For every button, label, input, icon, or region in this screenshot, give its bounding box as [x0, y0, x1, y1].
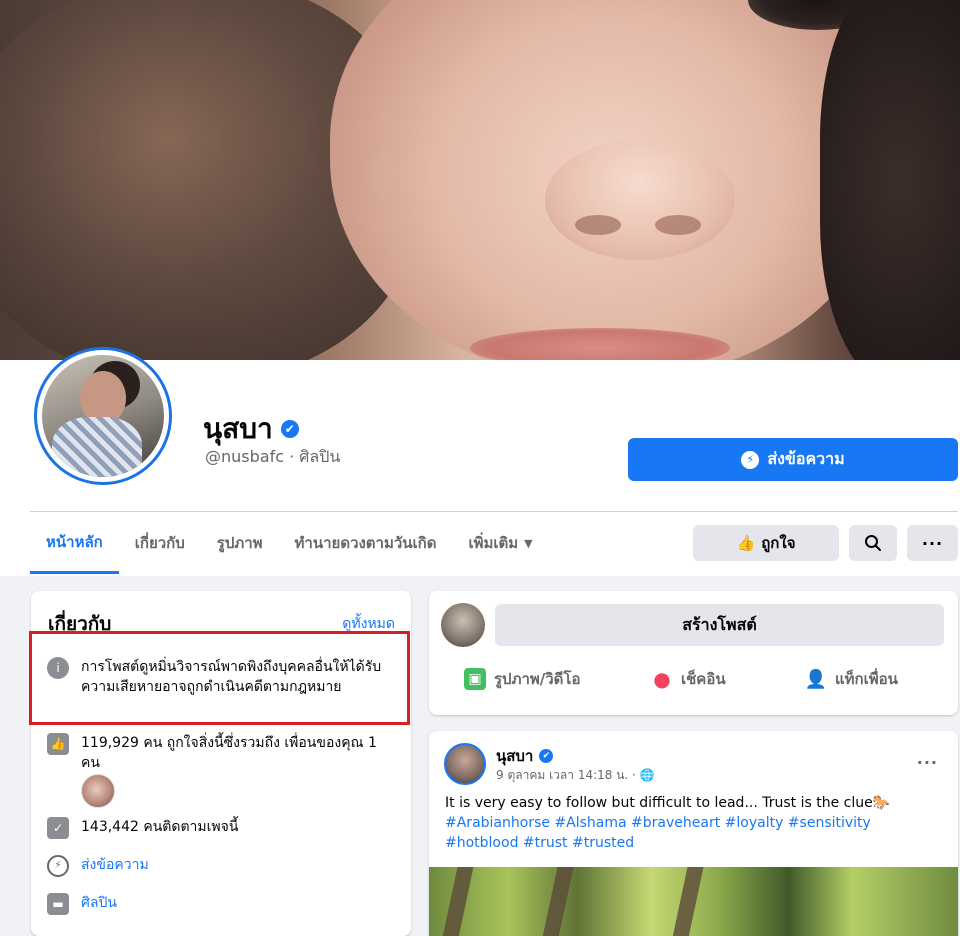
tab-home[interactable]: หน้าหลัก	[30, 512, 119, 574]
about-message-row[interactable]: ⚡ ส่งข้อความ	[47, 855, 149, 877]
tab-about[interactable]: เกี่ยวกับ	[119, 512, 201, 574]
tag-friends-button[interactable]: 👤 แท็กเพื่อน	[805, 667, 898, 691]
image-tree-trunk	[670, 867, 704, 936]
post-hashtags[interactable]: #Arabianhorse #Alshama #braveheart #loya…	[445, 815, 871, 851]
like-label: ถูกใจ	[761, 534, 796, 552]
photo-video-button[interactable]: ▣ รูปภาพ/วิดีโอ	[464, 667, 580, 691]
about-notice-text: การโพสต์ดูหมิ่นวิจารณ์พาดพิงถึงบุคคลอื่น…	[81, 659, 382, 695]
avatar-body	[52, 417, 142, 477]
tab-horoscope[interactable]: ทำนายดวงตามวันเกิด	[279, 512, 453, 574]
ellipsis-icon: ···	[921, 533, 944, 553]
post-author-avatar[interactable]	[444, 743, 486, 785]
tab-label: เกี่ยวกับ	[134, 534, 185, 552]
cover-hair-right	[820, 0, 960, 360]
check-in-button[interactable]: ● เช็คอิน	[651, 667, 726, 691]
composer-avatar[interactable]	[441, 603, 485, 647]
cover-nostril	[575, 215, 621, 235]
image-tree-trunk	[540, 867, 574, 936]
tab-photos[interactable]: รูปภาพ	[201, 512, 279, 574]
post-text: It is very easy to follow but difficult …	[445, 795, 891, 811]
send-message-button[interactable]: ⚡ ส่งข้อความ	[628, 438, 958, 481]
profile-avatar[interactable]	[34, 347, 172, 485]
tab-label: หน้าหลัก	[46, 532, 103, 551]
about-category-row: ▬ ศิลปิน	[47, 893, 117, 915]
about-likes-row: 👍 119,929 คน ถูกใจสิ่งนี้ซึ่งรวมถึง เพื่…	[47, 733, 397, 773]
send-message-label: ส่งข้อความ	[767, 449, 845, 468]
tab-label: รูปภาพ	[216, 534, 263, 552]
about-notice-row: i การโพสต์ดูหมิ่นวิจารณ์พาดพิงถึงบุคคลอื…	[47, 657, 397, 697]
more-options-button[interactable]: ···	[907, 525, 958, 561]
tab-more[interactable]: เพิ่มเติม ▼	[453, 512, 549, 574]
about-category-link[interactable]: ศิลปิน	[81, 893, 117, 915]
post-composer: สร้างโพสต์ ▣ รูปภาพ/วิดีโอ ● เช็คอิน 👤 แ…	[429, 591, 958, 715]
thumbs-up-icon: 👍	[736, 534, 756, 552]
search-icon	[865, 535, 881, 551]
tab-label: เพิ่มเติม	[468, 534, 519, 552]
tag-friends-label: แท็กเพื่อน	[835, 670, 898, 688]
cover-photo[interactable]	[0, 0, 960, 360]
folder-icon: ▬	[47, 893, 69, 915]
about-card: เกี่ยวกับ ดูทั้งหมด i การโพสต์ดูหมิ่นวิจ…	[29, 591, 411, 936]
about-likes-text: 119,929 คน ถูกใจสิ่งนี้ซึ่งรวมถึง เพื่อน…	[81, 735, 377, 771]
cover-nostril	[655, 215, 701, 235]
cover-lips	[470, 328, 730, 360]
about-followers-text: 143,442 คนติดตามเพจนี้	[81, 819, 239, 835]
create-post-input[interactable]: สร้างโพสต์	[495, 604, 944, 646]
messenger-icon: ⚡	[47, 855, 69, 877]
check-badge-icon: ✓	[47, 817, 69, 839]
location-pin-icon: ●	[653, 667, 671, 691]
post-author[interactable]: นุสบา ✔	[496, 744, 554, 768]
photo-video-label: รูปภาพ/วิดีโอ	[494, 670, 581, 688]
info-icon: i	[47, 657, 69, 679]
verified-icon: ✔	[280, 420, 299, 438]
post-timestamp[interactable]: 9 ตุลาคม เวลา 14:18 น. · 🌐	[496, 766, 655, 785]
cover-nose	[545, 140, 735, 260]
post-options-button[interactable]: ···	[917, 753, 938, 772]
post-image[interactable]	[429, 867, 958, 936]
chevron-down-icon: ▼	[524, 536, 533, 550]
ellipsis-icon: ···	[916, 753, 938, 772]
tag-friends-icon: 👤	[804, 668, 828, 690]
profile-avatar-image	[42, 355, 164, 477]
feed-post: นุสบา ✔ 9 ตุลาคม เวลา 14:18 น. · 🌐 ··· I…	[429, 731, 958, 936]
thumbs-up-icon: 👍	[47, 733, 69, 755]
about-followers-row: ✓ 143,442 คนติดตามเพจนี้	[47, 817, 238, 839]
like-page-button[interactable]: 👍 ถูกใจ	[693, 525, 839, 561]
messenger-icon: ⚡	[741, 450, 760, 469]
post-author-name: นุสบา	[496, 747, 534, 765]
post-body: It is very easy to follow but difficult …	[445, 793, 945, 853]
photo-icon: ▣	[464, 668, 486, 690]
check-in-label: เช็คอิน	[681, 670, 726, 688]
friend-avatar[interactable]	[81, 774, 115, 808]
tab-label: ทำนายดวงตามวันเกิด	[294, 534, 437, 552]
search-button[interactable]	[849, 525, 897, 561]
page-handle: @nusbafc · ศิลปิน	[205, 447, 341, 466]
verified-icon: ✔	[539, 749, 554, 763]
image-tree-trunk	[440, 867, 474, 936]
profile-tabs: หน้าหลัก เกี่ยวกับ รูปภาพ ทำนายดวงตามวัน…	[30, 512, 549, 576]
about-message-link[interactable]: ส่งข้อความ	[81, 855, 149, 877]
